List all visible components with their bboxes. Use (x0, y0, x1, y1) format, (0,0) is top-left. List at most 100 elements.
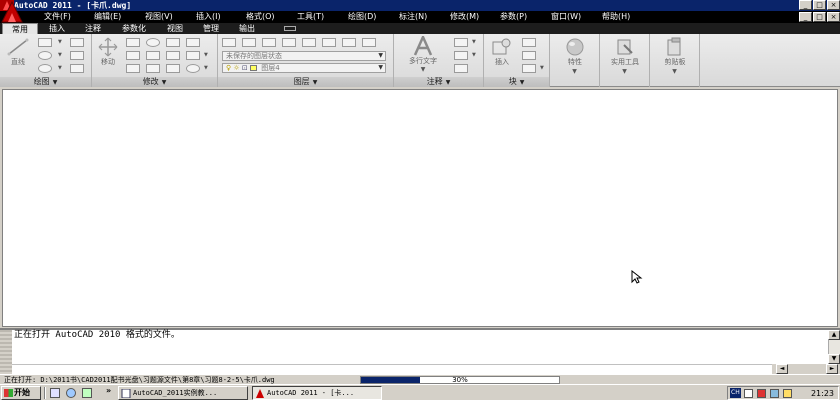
chevron-down-icon[interactable]: ▼ (600, 68, 649, 75)
menu-insert[interactable]: 插入(I) (196, 11, 221, 23)
break-icon[interactable] (186, 64, 200, 73)
application-menu-button[interactable] (0, 0, 30, 23)
media-icon[interactable] (82, 388, 92, 398)
panel-block-label[interactable]: 块 ▼ (484, 77, 549, 87)
scroll-up-icon[interactable]: ▲ (828, 330, 840, 340)
show-desktop-icon[interactable] (50, 388, 60, 398)
scroll-right-icon[interactable]: ► (826, 364, 838, 374)
clipboard-button[interactable]: 剪贴板 (652, 37, 698, 67)
restore-button[interactable]: □ (813, 0, 826, 10)
move-tool-button[interactable]: 移动 (94, 37, 122, 67)
explode-icon[interactable] (166, 51, 180, 60)
layer-previous-icon[interactable] (262, 38, 276, 47)
edit-block-icon[interactable] (522, 51, 536, 60)
fillet-icon[interactable] (146, 51, 160, 60)
drawing-canvas[interactable] (2, 89, 838, 327)
command-input[interactable] (12, 364, 772, 374)
chevron-down-icon[interactable]: ▼ (550, 68, 599, 75)
offset-icon[interactable] (186, 38, 200, 47)
chevron-down-icon[interactable]: ▼ (650, 68, 699, 75)
tab-manage[interactable]: 管理 (194, 23, 228, 34)
leader-icon[interactable] (454, 51, 468, 60)
network-icon[interactable] (770, 389, 779, 398)
line-tool-button[interactable]: 直线 (2, 37, 34, 67)
ribbon-minimize-icon[interactable] (284, 26, 296, 31)
chevron-down-icon[interactable]: ▼ (204, 64, 209, 73)
layer-freeze-icon[interactable] (342, 38, 356, 47)
tab-parametric[interactable]: 参数化 (112, 23, 156, 34)
layer-isolate-icon[interactable] (282, 38, 296, 47)
layer-match-icon[interactable] (242, 38, 256, 47)
scroll-down-icon[interactable]: ▼ (828, 354, 840, 364)
layer-state-dropdown[interactable]: 未保存的图层状态 ▼ (222, 51, 386, 61)
array-icon[interactable] (166, 64, 180, 73)
panel-annotation-label[interactable]: 注释 ▼ (394, 77, 483, 87)
taskbar-item-document[interactable]: AutoCAD_2011实例教... (118, 386, 248, 400)
menu-draw[interactable]: 绘图(D) (348, 11, 376, 23)
quicklaunch-more-icon[interactable]: » (106, 386, 111, 395)
layer-lock-icon[interactable] (362, 38, 376, 47)
start-button[interactable]: 开始 (1, 386, 41, 400)
create-block-icon[interactable] (522, 38, 536, 47)
mtext-tool-button[interactable]: 多行文字 ▼ (398, 36, 448, 73)
properties-button[interactable]: 特性 (556, 37, 594, 67)
command-scrollbar[interactable]: ▲ ▼ (828, 330, 840, 364)
trim-icon[interactable] (166, 38, 180, 47)
volume-icon[interactable] (783, 389, 792, 398)
layer-properties-icon[interactable] (222, 38, 236, 47)
layer-unisolate-icon[interactable] (302, 38, 316, 47)
tab-annotate[interactable]: 注释 (76, 23, 110, 34)
tab-home[interactable]: 常用 (2, 23, 38, 34)
tab-output[interactable]: 输出 (230, 23, 264, 34)
chevron-down-icon[interactable]: ▼ (58, 64, 63, 73)
mirror-icon[interactable] (126, 51, 140, 60)
layer-dropdown[interactable]: ♀ ☼ ⊡ 图层4 ▼ (222, 63, 386, 73)
chevron-down-icon[interactable]: ▼ (58, 38, 63, 47)
input-method-icon[interactable] (744, 389, 753, 398)
horizontal-scrollbar[interactable]: ◄ ► (772, 364, 840, 374)
rectangle-icon[interactable] (70, 38, 84, 47)
doc-close-button[interactable]: × (827, 12, 840, 22)
menu-tools[interactable]: 工具(T) (297, 11, 324, 23)
doc-minimize-button[interactable]: _ (799, 12, 812, 22)
tab-insert[interactable]: 插入 (40, 23, 74, 34)
scale-icon[interactable] (146, 64, 160, 73)
menu-format[interactable]: 格式(O) (246, 11, 275, 23)
panel-draw-label[interactable]: 绘图 ▼ (0, 77, 91, 87)
insert-block-button[interactable]: 插入 (486, 37, 518, 67)
doc-restore-button[interactable]: □ (813, 12, 826, 22)
menu-help[interactable]: 帮助(H) (602, 11, 630, 23)
menu-dimension[interactable]: 标注(N) (399, 11, 427, 23)
rotate-icon[interactable] (146, 38, 160, 47)
erase-icon[interactable] (186, 51, 200, 60)
panel-modify-label[interactable]: 修改 ▼ (92, 77, 217, 87)
menu-edit[interactable]: 编辑(E) (94, 11, 121, 23)
utilities-button[interactable]: 实用工具 (602, 37, 648, 67)
menu-modify[interactable]: 修改(M) (450, 11, 479, 23)
ime-indicator[interactable]: CH (730, 388, 741, 398)
polyline-icon[interactable] (38, 38, 52, 47)
layer-off-icon[interactable] (322, 38, 336, 47)
clock[interactable]: 21:23 (811, 387, 834, 400)
circle-icon[interactable] (38, 51, 52, 60)
tab-view[interactable]: 视图 (158, 23, 192, 34)
panel-layers-label[interactable]: 图层 ▼ (218, 77, 393, 87)
security-icon[interactable] (757, 389, 766, 398)
copy-icon[interactable] (126, 38, 140, 47)
table-icon[interactable] (454, 64, 468, 73)
region-icon[interactable] (70, 64, 84, 73)
menu-parametric[interactable]: 参数(P) (500, 11, 527, 23)
chevron-down-icon[interactable]: ▼ (204, 51, 209, 60)
chevron-down-icon[interactable]: ▼ (472, 38, 477, 47)
chevron-down-icon[interactable]: ▼ (58, 51, 63, 60)
browser-icon[interactable] (66, 388, 76, 398)
dimension-icon[interactable] (454, 38, 468, 47)
menu-view[interactable]: 视图(V) (145, 11, 173, 23)
stretch-icon[interactable] (126, 64, 140, 73)
menu-file[interactable]: 文件(F) (44, 11, 71, 23)
command-line-grip[interactable] (0, 330, 12, 376)
scroll-left-icon[interactable]: ◄ (776, 364, 788, 374)
close-button[interactable]: × (827, 0, 840, 10)
chevron-down-icon[interactable]: ▼ (540, 64, 545, 73)
attribute-icon[interactable] (522, 64, 536, 73)
